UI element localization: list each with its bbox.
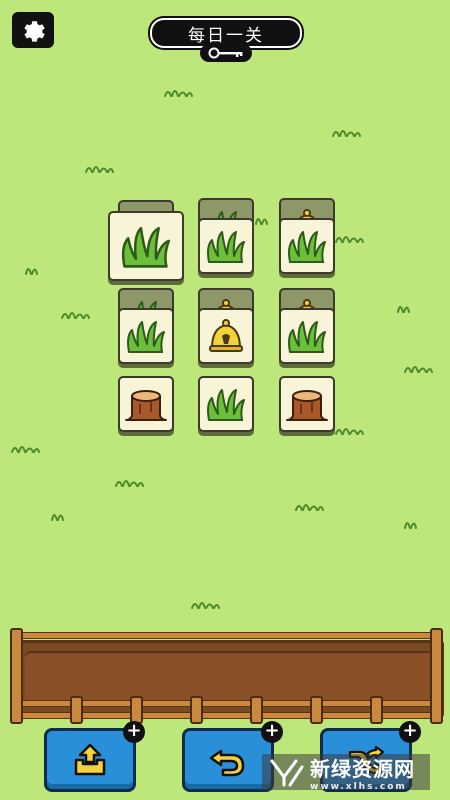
tile-bell[interactable] [198,308,254,364]
tile-stump[interactable] [118,376,174,432]
watermark-text: 新绿资源网 www.xlhs.com [310,753,415,792]
tile-grass[interactable] [198,218,254,274]
grass-icon [110,213,182,279]
bell-icon [200,310,252,362]
grass-icon [281,310,333,362]
tile-grass[interactable] [108,211,184,281]
watermark: 新绿资源网 www.xlhs.com [262,753,430,792]
fence-post [10,628,23,724]
fence-post [370,696,383,724]
watermark-title: 新绿资源网 [310,756,415,781]
tile-out-button[interactable]: + [44,721,145,792]
undo-button[interactable]: + [182,721,283,792]
fence-rail-top [12,632,442,639]
grass-icon [281,220,333,272]
undo-icon [209,749,245,777]
add-badge[interactable]: + [261,721,283,743]
grass-icon [120,310,172,362]
tile-grass[interactable] [198,376,254,432]
fence-post [250,696,263,724]
stump-icon [120,378,172,430]
fence-post [430,628,443,724]
tile-grass[interactable] [118,308,174,364]
watermark-sub: www.xlhs.com [310,781,407,792]
fence-post [70,696,83,724]
watermark-logo-icon [270,759,304,787]
add-badge[interactable]: + [399,721,421,743]
tile-out-icon [74,743,106,776]
grass-icon [200,378,252,430]
tile-grass[interactable] [279,218,335,274]
fence-post [310,696,323,724]
fence-post [190,696,203,724]
tile-stump[interactable] [279,376,335,432]
stump-icon [281,378,333,430]
tile-grass[interactable] [279,308,335,364]
grass-icon [200,220,252,272]
add-badge[interactable]: + [123,721,145,743]
